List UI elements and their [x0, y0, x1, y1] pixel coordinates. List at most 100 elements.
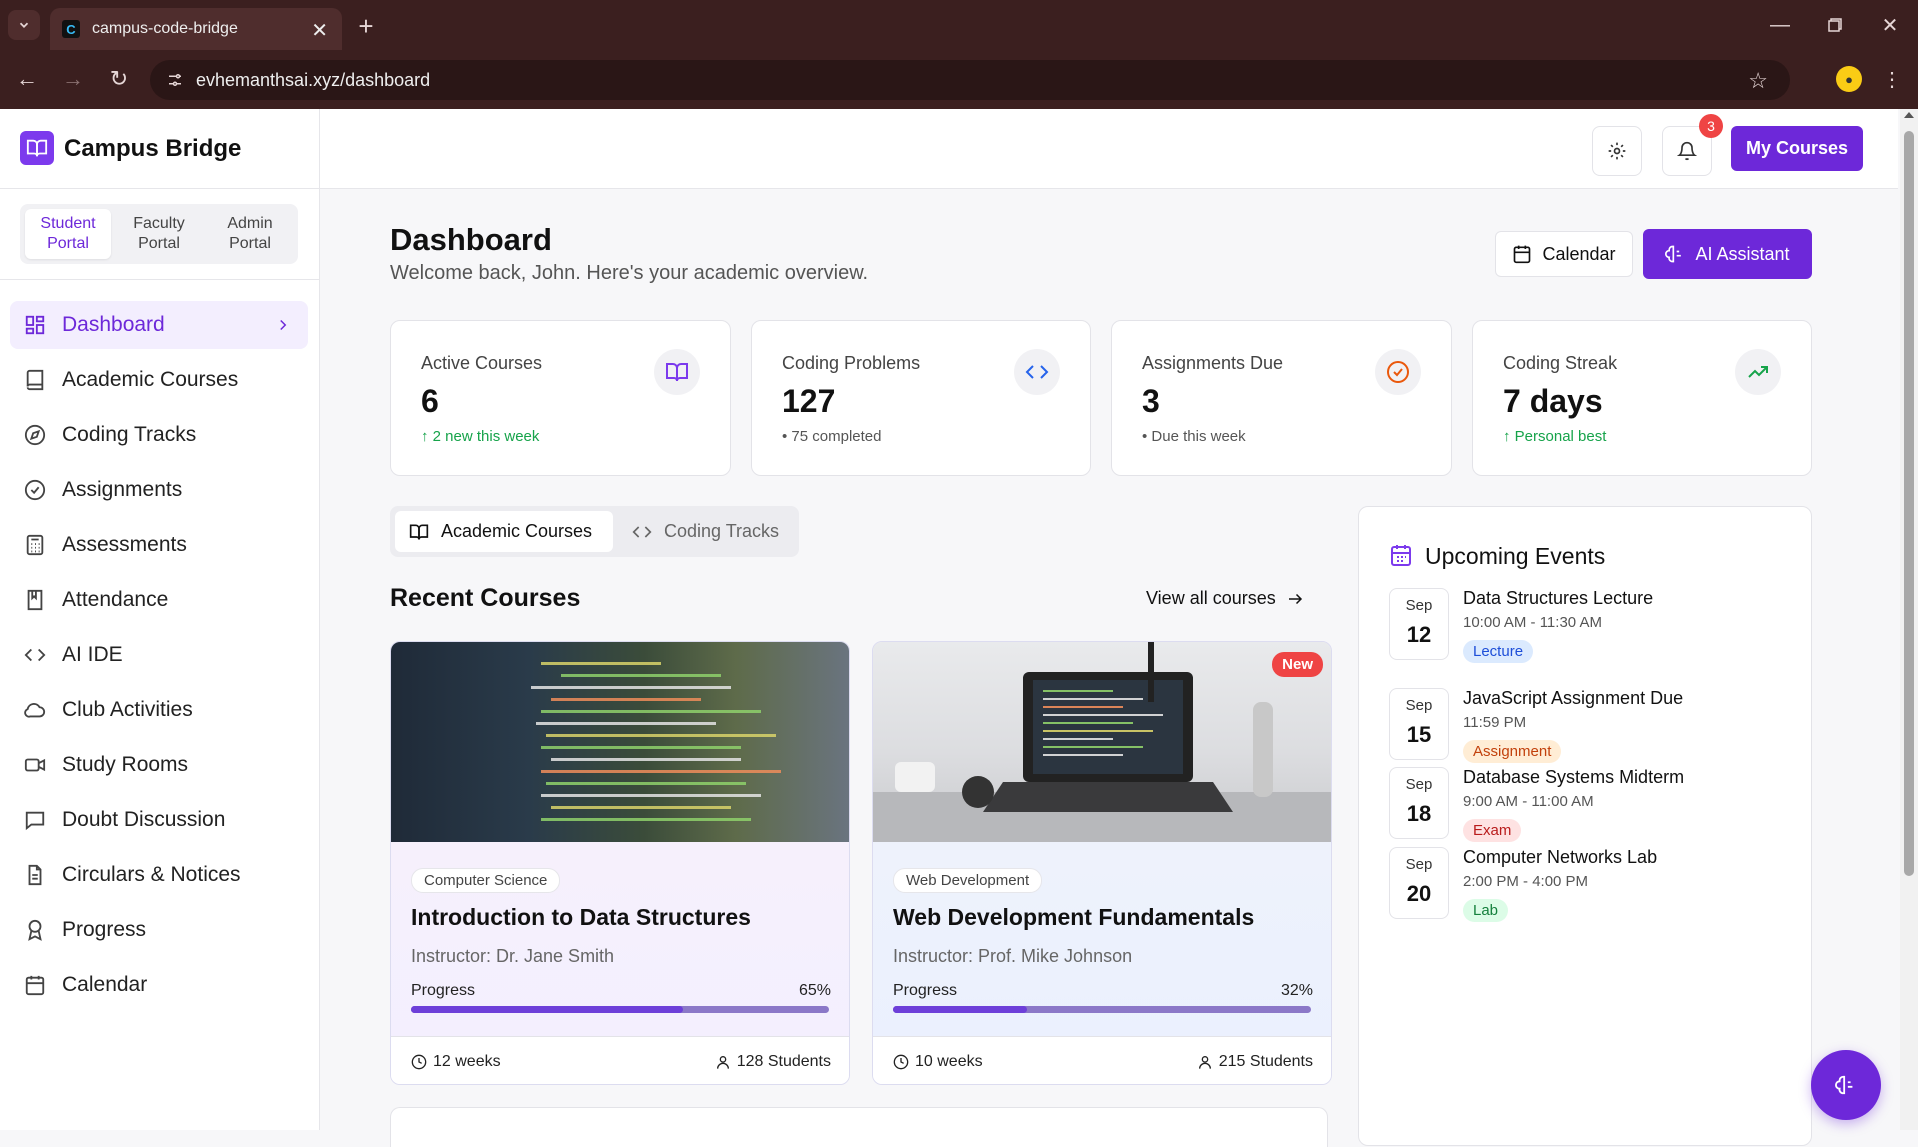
event-type-badge: Assignment [1463, 740, 1562, 763]
sidebar-item-attendance[interactable]: Attendance [10, 576, 308, 624]
profile-avatar[interactable]: ● [1836, 66, 1862, 92]
sidebar-item-doubt-discussion[interactable]: Doubt Discussion [10, 796, 308, 844]
site-info-icon[interactable] [166, 71, 184, 89]
upcoming-events-card: Upcoming Events Sep 12 Data Structures Le… [1358, 506, 1812, 1146]
calendar-button[interactable]: Calendar [1495, 231, 1633, 277]
sidebar-item-ai-ide[interactable]: AI IDE [10, 631, 308, 679]
settings-button[interactable] [1592, 126, 1642, 176]
course-card[interactable]: Computer Science Introduction to Data St… [390, 641, 850, 1085]
sidebar-item-label: Progress [62, 918, 147, 941]
clock-icon [411, 1054, 427, 1070]
event-date: Sep 20 [1389, 847, 1449, 919]
event-time: 2:00 PM - 4:00 PM [1463, 873, 1589, 890]
scroll-up-arrow-icon[interactable] [1904, 112, 1914, 118]
brain-icon [1835, 1075, 1853, 1095]
chevron-down-icon [19, 22, 29, 28]
sidebar-item-label: Club Activities [62, 698, 193, 721]
stat-label: Coding Streak [1503, 353, 1618, 373]
browser-menu-icon[interactable]: ⋮ [1880, 64, 1904, 94]
stat-label: Coding Problems [782, 353, 921, 373]
event-type-badge: Lecture [1463, 640, 1534, 663]
course-tabs: Academic Courses Coding Tracks [390, 506, 799, 557]
stat-label: Assignments Due [1142, 353, 1284, 373]
tab-coding-tracks[interactable]: Coding Tracks [618, 511, 794, 552]
message-icon [25, 811, 45, 831]
stat-sub: • Due this week [1142, 428, 1246, 445]
minimize-icon[interactable]: — [1765, 10, 1795, 40]
stat-icon-wrap [1375, 349, 1421, 395]
grid-icon [25, 315, 45, 335]
bookmark-star-icon[interactable]: ☆ [1748, 68, 1768, 94]
floating-ai-button[interactable] [1811, 1050, 1881, 1120]
calendar-icon [1391, 545, 1411, 566]
progress-label: Progress [893, 982, 958, 999]
sidebar-item-study-rooms[interactable]: Study Rooms [10, 741, 308, 789]
course-image [391, 642, 849, 842]
browser-tab-bar: C campus-code-bridge ✕ + — ✕ [0, 0, 1918, 50]
scrollbar-thumb[interactable] [1904, 131, 1914, 876]
sidebar-item-circulars[interactable]: Circulars & Notices [10, 851, 308, 899]
browser-tab[interactable]: C campus-code-bridge ✕ [50, 8, 342, 50]
clock-icon [893, 1054, 909, 1070]
gear-icon [1608, 142, 1626, 160]
bell-icon [1677, 141, 1697, 161]
app-logo[interactable] [20, 131, 54, 165]
course-title: Web Development Fundamentals [893, 904, 1255, 930]
book-open-icon [26, 139, 48, 157]
sidebar-item-label: Coding Tracks [62, 423, 197, 446]
event-date: Sep 12 [1389, 588, 1449, 660]
sidebar-item-label: AI IDE [62, 643, 123, 666]
close-window-icon[interactable]: ✕ [1875, 10, 1905, 40]
recent-courses-title: Recent Courses [390, 584, 581, 612]
close-tab-icon[interactable]: ✕ [311, 18, 328, 43]
sidebar-item-assignments[interactable]: Assignments [10, 466, 308, 514]
course-category-tag: Computer Science [411, 868, 561, 893]
course-card[interactable]: New Web Development Web Development Fund… [872, 641, 1332, 1085]
tab-search-button[interactable] [8, 10, 40, 40]
forward-icon[interactable]: → [58, 64, 88, 94]
stat-label: Active Courses [421, 353, 543, 373]
sidebar-item-club-activities[interactable]: Club Activities [10, 686, 308, 734]
tab-academic-courses[interactable]: Academic Courses [395, 511, 613, 552]
arrow-right-icon [1288, 593, 1302, 604]
portal-faculty[interactable]: Faculty Portal [116, 209, 202, 259]
progress-percent: 65% [798, 982, 831, 999]
sidebar-item-academic-courses[interactable]: Academic Courses [10, 356, 308, 404]
sidebar-item-dashboard[interactable]: Dashboard [10, 301, 308, 349]
ai-assistant-button[interactable]: AI Assistant [1643, 229, 1812, 279]
stat-card-active-courses: Active Courses 6 ↑ 2 new this week [390, 320, 731, 476]
stat-value: 3 [1142, 383, 1160, 419]
sidebar-item-calendar[interactable]: Calendar [10, 961, 308, 1009]
check-circle-icon [1387, 361, 1409, 383]
sidebar-item-assessments[interactable]: Assessments [10, 521, 308, 569]
notifications-button[interactable]: 3 [1662, 114, 1723, 176]
progress-bar [893, 1006, 1311, 1013]
course-title: Introduction to Data Structures [411, 904, 751, 930]
back-icon[interactable]: ← [12, 64, 42, 94]
course-students: 128 Students [715, 1053, 831, 1071]
check-circle-icon [24, 479, 46, 501]
code-icon [24, 648, 46, 662]
sidebar-item-progress[interactable]: Progress [10, 906, 308, 954]
my-courses-button[interactable]: My Courses [1731, 126, 1863, 171]
event-time: 11:59 PM [1463, 714, 1527, 731]
restore-icon[interactable] [1820, 10, 1850, 40]
stat-icon-wrap [654, 349, 700, 395]
new-tab-icon[interactable]: + [352, 11, 380, 41]
stat-icon-wrap [1735, 349, 1781, 395]
course-category-tag: Web Development [893, 868, 1043, 893]
sidebar-item-label: Circulars & Notices [62, 863, 241, 886]
portal-admin[interactable]: Admin Portal [207, 209, 293, 259]
event-type-badge: Lab [1463, 899, 1509, 922]
sidebar-item-coding-tracks[interactable]: Coding Tracks [10, 411, 308, 459]
progress-fill [893, 1006, 1027, 1013]
portal-student[interactable]: Student Portal [25, 209, 111, 259]
scrollbar[interactable] [1900, 109, 1918, 1130]
reload-icon[interactable]: ↻ [104, 64, 134, 94]
view-all-courses-link[interactable]: View all courses [1146, 588, 1304, 609]
url-input[interactable]: evhemanthsai.xyz/dashboard ☆ [150, 60, 1790, 100]
file-text-icon [28, 864, 42, 886]
tab-title: campus-code-bridge [92, 20, 238, 37]
event-title: Computer Networks Lab [1463, 847, 1658, 867]
calendar-icon [1514, 245, 1531, 264]
